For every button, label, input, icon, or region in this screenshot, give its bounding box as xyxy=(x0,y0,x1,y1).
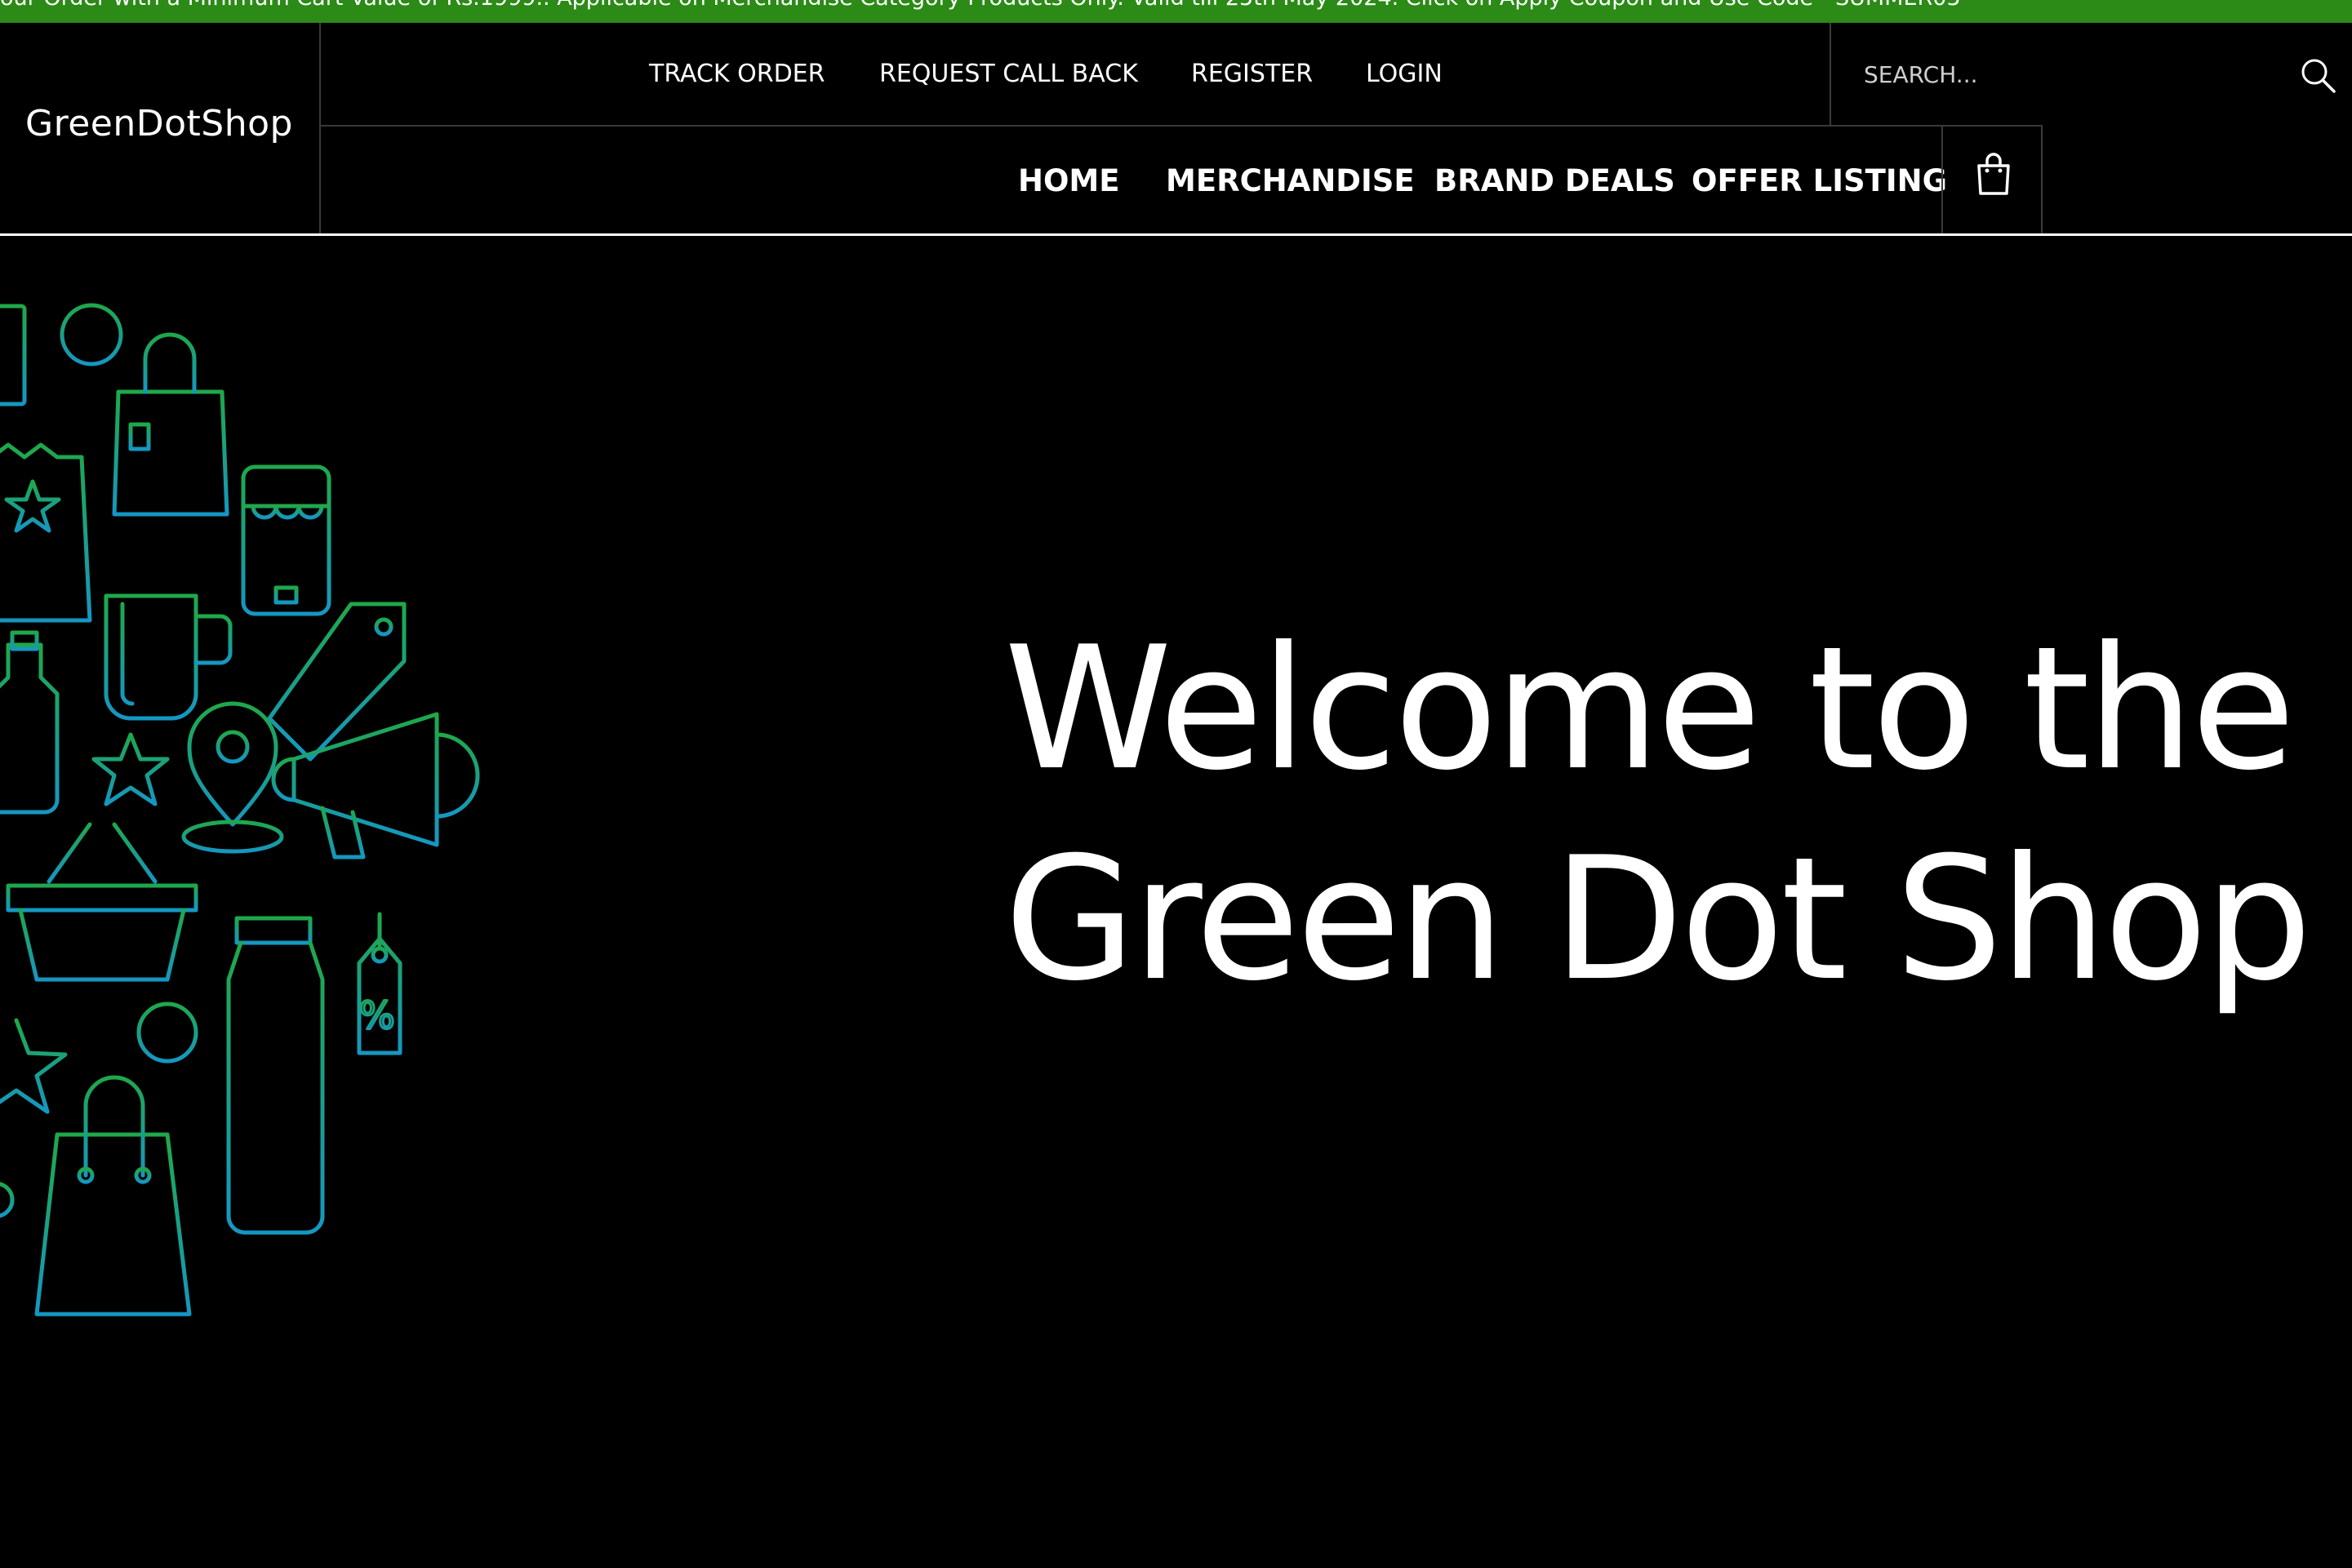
star-icon-2 xyxy=(0,1018,68,1114)
shopping-bag-outline-icon-2 xyxy=(34,1075,192,1317)
nav-merchandise[interactable]: MERCHANDISE xyxy=(1166,163,1415,198)
mug-icon xyxy=(104,593,233,721)
utility-nav: TRACK ORDER REQUEST CALL BACK REGISTER L… xyxy=(321,23,2352,127)
shopping-icons-illustration: % xyxy=(0,303,480,1317)
main-nav: HOME MERCHANDISE BRAND DEALS OFFER LISTI… xyxy=(321,127,2043,233)
site-logo[interactable]: GreenDotShop xyxy=(25,103,293,144)
logo-cell: GreenDotShop xyxy=(0,23,321,233)
ring-icon-2 xyxy=(136,1002,198,1064)
shopping-bag-outline-icon xyxy=(112,332,229,517)
register-link[interactable]: REGISTER xyxy=(1191,60,1313,88)
dot-icon xyxy=(0,1182,15,1218)
hero-heading-line2: Green Dot Shop xyxy=(1004,821,2312,1019)
star-icon xyxy=(91,732,170,806)
discount-tag-icon: % xyxy=(357,912,402,1055)
gift-box-icon xyxy=(0,304,27,406)
hero-heading: Welcome to the Green Dot Shop xyxy=(1004,604,2312,1025)
receipt-icon xyxy=(0,442,92,623)
nav-home[interactable]: HOME xyxy=(1018,163,1120,198)
hero-heading-line1: Welcome to the xyxy=(1004,611,2296,808)
search-icon[interactable] xyxy=(2298,56,2337,95)
request-call-back-link[interactable]: REQUEST CALL BACK xyxy=(879,60,1138,88)
megaphone-icon xyxy=(271,712,480,860)
ring-icon xyxy=(60,303,123,366)
cart-cell xyxy=(1941,127,2043,233)
price-tag-icon xyxy=(267,602,407,762)
milk-bottle-icon xyxy=(226,916,325,1235)
bottle-icon xyxy=(0,630,60,815)
location-pin-icon xyxy=(181,701,284,854)
site-header: GreenDotShop TRACK ORDER REQUEST CALL BA… xyxy=(0,23,2352,236)
promo-banner: our Order with a Minimum Cart Value of R… xyxy=(0,0,2352,23)
svg-text:%: % xyxy=(359,993,395,1037)
login-link[interactable]: LOGIN xyxy=(1366,60,1443,88)
track-order-link[interactable]: TRACK ORDER xyxy=(649,60,825,88)
shopping-basket-icon xyxy=(6,822,198,982)
search-input[interactable] xyxy=(1864,56,2288,93)
promo-text: our Order with a Minimum Cart Value of R… xyxy=(0,0,1961,11)
mobile-store-icon xyxy=(241,464,331,616)
search-box xyxy=(1830,23,2352,125)
shopping-bag-icon[interactable] xyxy=(1974,151,2013,197)
nav-brand-deals[interactable]: BRAND DEALS xyxy=(1434,163,1675,198)
nav-offer-listing[interactable]: OFFER LISTING xyxy=(1692,163,1947,198)
